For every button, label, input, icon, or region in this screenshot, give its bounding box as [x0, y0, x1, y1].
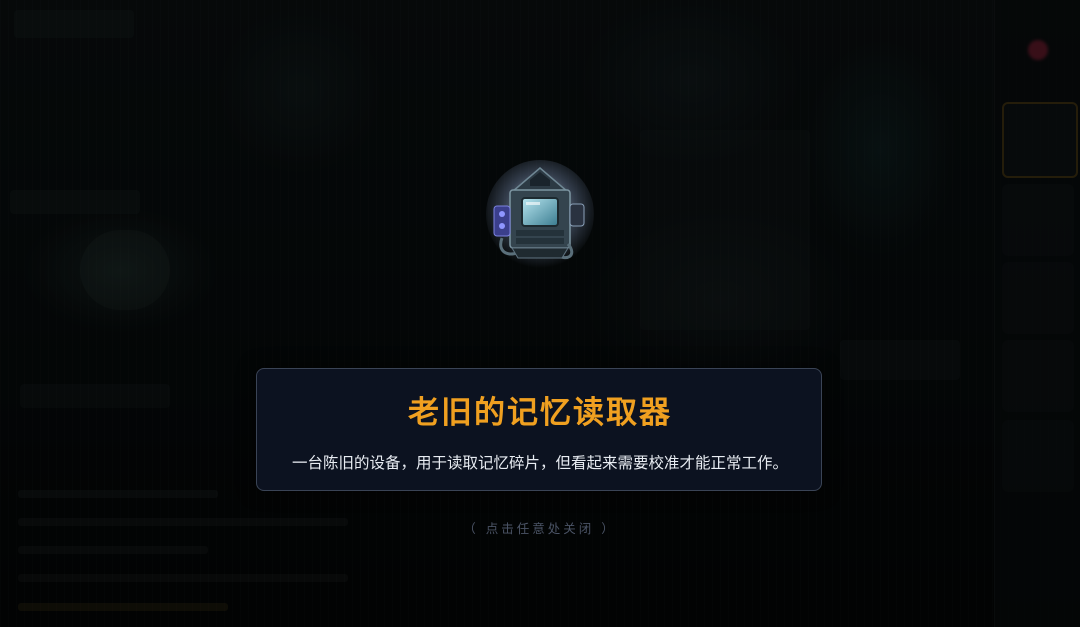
item-title: 老旧的记忆读取器 — [408, 395, 672, 431]
old-computer-icon — [482, 158, 598, 274]
item-description: 一台陈旧的设备，用于读取记忆碎片，但看起来需要校准才能正常工作。 — [291, 454, 788, 472]
item-info-dialog: 老旧的记忆读取器 一台陈旧的设备，用于读取记忆碎片，但看起来需要校准才能正常工作… — [256, 368, 822, 491]
close-hint[interactable]: （ 点击任意处关闭 ） — [0, 518, 1080, 537]
